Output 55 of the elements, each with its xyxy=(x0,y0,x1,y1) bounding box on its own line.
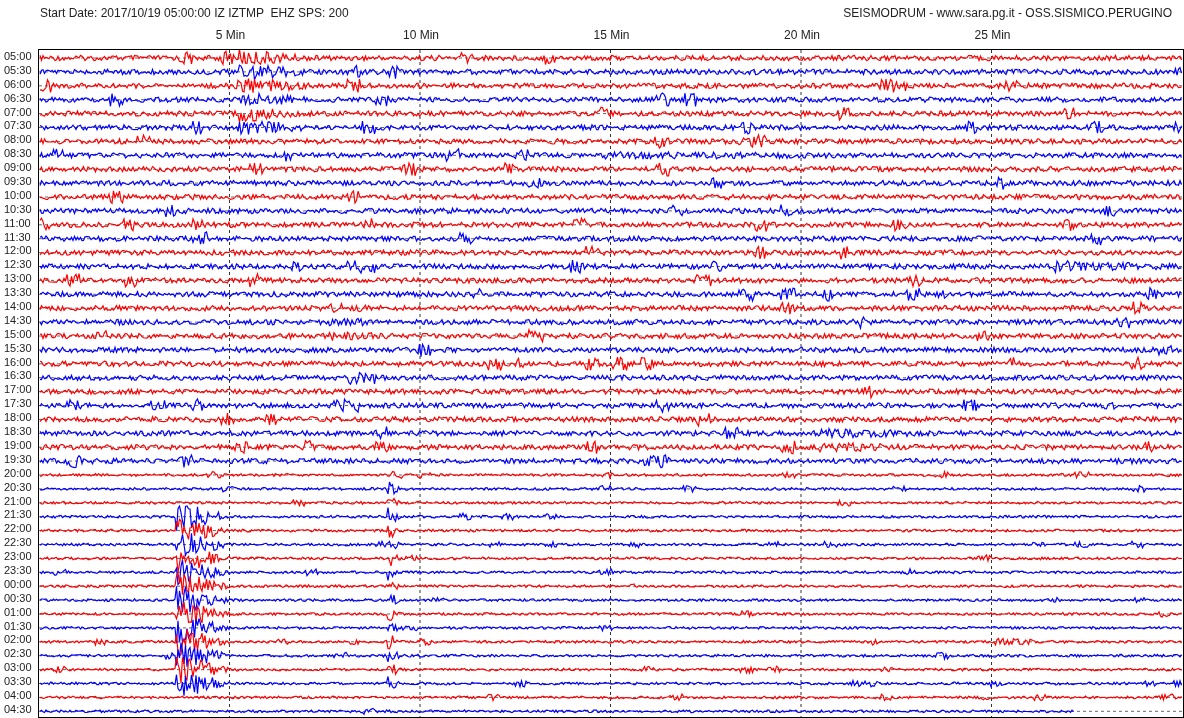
axis-label: 15 Min xyxy=(593,27,630,44)
time-label: 20:30 xyxy=(3,480,33,495)
time-label: 05:30 xyxy=(3,63,33,78)
time-label: 14:00 xyxy=(3,300,33,314)
time-label: 11:30 xyxy=(3,230,32,245)
time-label: 11:00 xyxy=(3,216,32,231)
time-label: 04:00 xyxy=(3,688,33,703)
time-label: 02:30 xyxy=(3,647,33,662)
time-label: 01:30 xyxy=(3,619,33,634)
time-label: 18:00 xyxy=(3,411,33,426)
time-label: 06:00 xyxy=(3,77,33,92)
time-label: 17:30 xyxy=(3,397,33,412)
time-label: 00:00 xyxy=(3,577,33,592)
time-label: 22:00 xyxy=(3,522,33,537)
time-label: 16:00 xyxy=(3,355,33,370)
time-label: 15:30 xyxy=(3,341,33,356)
time-label: 10:00 xyxy=(3,188,33,203)
time-label: 13:00 xyxy=(3,272,33,287)
time-label: 07:30 xyxy=(3,119,33,134)
time-label: 13:30 xyxy=(3,286,33,301)
time-label: 21:00 xyxy=(3,494,33,509)
time-label: 19:00 xyxy=(3,438,33,453)
source-title: SEISMODRUM - www.sara.pg.it - OSS.SISMICO.PERUGINO xyxy=(843,4,1172,22)
time-label: 08:00 xyxy=(3,133,33,148)
time-label: 23:00 xyxy=(3,550,33,564)
axis-label: 10 Min xyxy=(403,27,439,44)
time-label: 14:30 xyxy=(3,313,33,328)
time-label: 21:30 xyxy=(3,508,33,523)
time-label: 03:30 xyxy=(3,675,33,689)
time-label: 03:00 xyxy=(3,661,33,676)
time-label: 15:00 xyxy=(3,327,33,342)
time-label: 05:00 xyxy=(3,50,33,64)
time-label: 07:00 xyxy=(3,105,33,120)
time-label: 17:00 xyxy=(3,383,33,398)
time-label: 00:30 xyxy=(3,591,33,606)
time-label: 22:30 xyxy=(3,536,33,551)
time-label: 04:30 xyxy=(3,702,33,717)
time-label: 12:00 xyxy=(3,244,33,259)
time-label: 09:00 xyxy=(3,161,33,175)
time-label: 18:30 xyxy=(3,425,33,439)
time-label: 08:30 xyxy=(3,147,33,162)
axis-label: 5 Min xyxy=(215,27,246,44)
time-label: 16:30 xyxy=(3,369,33,384)
time-label: 20:00 xyxy=(3,466,33,481)
time-label: 19:30 xyxy=(3,452,33,467)
time-label: 06:30 xyxy=(3,91,33,106)
axis-label: 20 Min xyxy=(784,27,820,44)
station-info: Start Date: 2017/10/19 05:00:00 IZ IZTMP EHZ SPS: 200 xyxy=(40,4,349,22)
axis-label: 25 Min xyxy=(974,27,1011,44)
time-label: 12:30 xyxy=(3,258,33,273)
time-label: 02:00 xyxy=(3,633,33,648)
time-label: 09:30 xyxy=(3,175,33,189)
time-label: 23:30 xyxy=(3,563,33,578)
time-label: 10:30 xyxy=(3,202,33,217)
time-label: 01:00 xyxy=(3,605,33,620)
